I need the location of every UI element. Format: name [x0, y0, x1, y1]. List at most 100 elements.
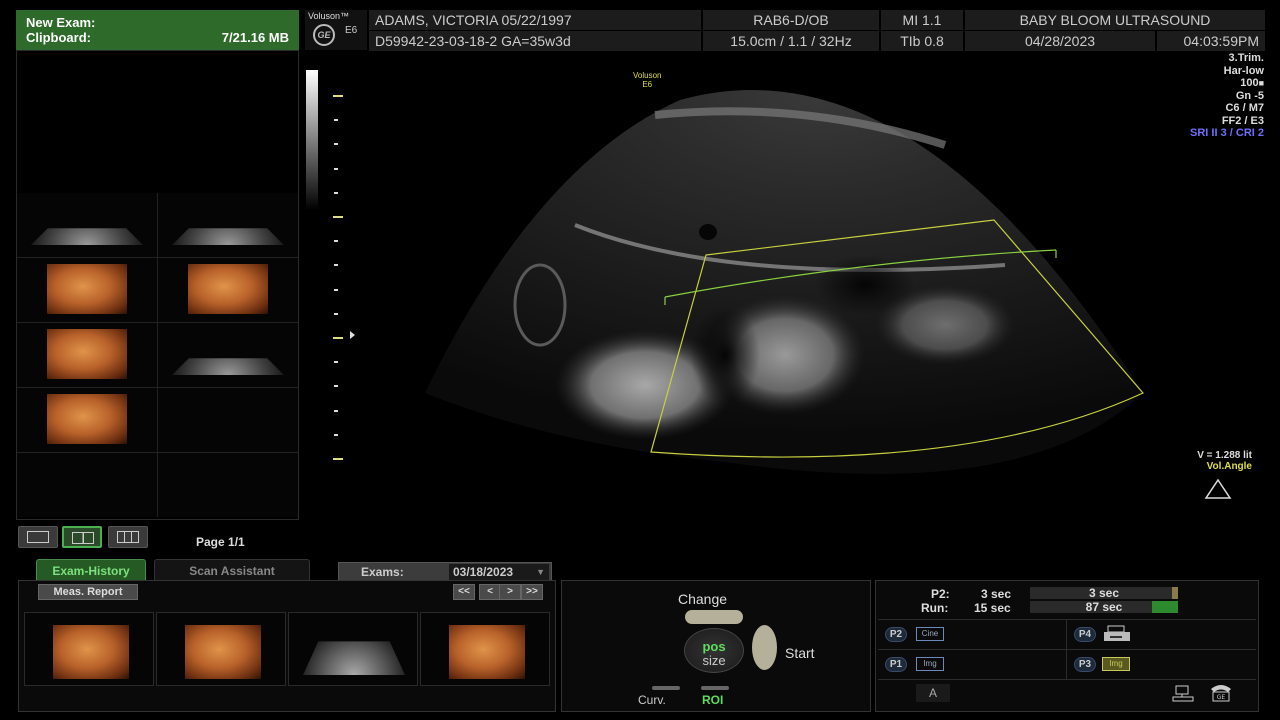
divider	[878, 649, 1256, 650]
vol-angle-icon	[1204, 478, 1232, 499]
layout-double-button[interactable]	[62, 526, 102, 548]
curv-indicator	[652, 686, 680, 690]
p2-bar: 3 sec	[1030, 587, 1178, 599]
nav-next-button[interactable]: >	[499, 584, 521, 600]
brand-text: Voluson™	[308, 11, 350, 21]
run-bar-fill	[1152, 601, 1178, 613]
exams-label: Exams:	[361, 565, 404, 579]
volume-mode: Vol.Angle	[1206, 461, 1252, 472]
printer-icon	[1104, 625, 1130, 641]
clinic-name: BABY BLOOM ULTRASOUND	[965, 10, 1265, 30]
nav-first-button[interactable]: <<	[453, 584, 475, 600]
start-label: Start	[785, 645, 815, 661]
change-label: Change	[678, 591, 728, 607]
p4-preset-button[interactable]: P4	[1074, 627, 1096, 642]
volume-value: V = 1.288 lit	[1197, 450, 1252, 461]
p2-preset-button[interactable]: P2	[885, 627, 907, 642]
thumbnail[interactable]	[158, 323, 298, 387]
divider	[878, 679, 1256, 680]
trackball-size-label: size	[702, 653, 726, 668]
p2-value: 3 sec	[981, 587, 1012, 601]
history-thumbnail[interactable]	[24, 612, 154, 686]
layout-single-icon	[27, 531, 49, 543]
run-bar: 87 sec	[1030, 601, 1178, 613]
thumbnail[interactable]	[17, 388, 157, 452]
nav-prev-button[interactable]: <	[479, 584, 501, 600]
focus-marker	[350, 331, 355, 339]
change-key[interactable]	[685, 610, 743, 624]
watermark-brand: Voluson	[633, 71, 662, 80]
svg-text:GE: GE	[1217, 694, 1226, 701]
p2-label: P2:	[931, 587, 950, 601]
exam-id: D59942-23-03-18-2 GA=35w3d	[369, 31, 701, 51]
amniotic-dark	[690, 305, 760, 405]
thumbnail[interactable]	[17, 193, 157, 257]
history-thumbnail[interactable]	[156, 612, 286, 686]
tab-exam-history[interactable]: Exam-History	[36, 559, 146, 581]
thumbnail[interactable]	[158, 258, 298, 322]
amniotic-dark	[815, 255, 915, 315]
exam-time: 04:03:59PM	[1157, 31, 1265, 51]
layout-triple-icon	[117, 531, 139, 543]
tab-scan-assistant[interactable]: Scan Assistant	[154, 559, 310, 581]
probe-name: RAB6-D/OB	[703, 10, 879, 30]
clipboard-header: New Exam: Clipboard: 7/21.16 MB	[16, 10, 299, 50]
thumbnail-grid	[17, 193, 298, 517]
exams-selector[interactable]: Exams: 03/18/2023 ▼	[338, 562, 552, 582]
model-text: E6	[345, 25, 358, 36]
trackball[interactable]: pos size	[684, 628, 744, 673]
img-envelope-icon: Img	[1102, 657, 1130, 671]
ge-logo-icon: GE	[313, 24, 335, 46]
start-key[interactable]	[752, 625, 777, 670]
run-value: 15 sec	[974, 601, 1011, 615]
ultrasound-image[interactable]	[305, 55, 1265, 515]
img-icon: Img	[916, 657, 944, 671]
scan-watermark: Voluson E6	[633, 71, 661, 89]
chevron-down-icon: ▼	[536, 567, 545, 577]
p1-preset-button[interactable]: P1	[885, 657, 907, 672]
layout-single-button[interactable]	[18, 526, 58, 548]
a-button[interactable]: A	[916, 684, 950, 702]
run-bar-value: 87 sec	[1085, 600, 1123, 614]
depth-info: 15.0cm / 1.1 / 32Hz	[703, 31, 879, 51]
thumbnail-empty	[158, 388, 298, 452]
clipboard-thumbnail-panel	[16, 50, 299, 520]
watermark-model: E6	[642, 80, 653, 89]
trackball-pos-label: pos	[702, 639, 726, 654]
exams-date-value: 03/18/2023	[453, 565, 514, 579]
cine-icon: Cine	[916, 627, 944, 641]
mi-value: MI 1.1	[881, 10, 963, 30]
exam-date: 04/28/2023	[965, 31, 1155, 51]
thumbnail[interactable]	[17, 323, 157, 387]
voluson-logo: Voluson™ GE E6	[305, 10, 367, 50]
run-label: Run:	[921, 601, 949, 615]
nav-last-button[interactable]: >>	[521, 584, 543, 600]
page-indicator: Page 1/1	[196, 535, 245, 549]
curv-label: Curv.	[638, 693, 666, 707]
layout-double-icon	[72, 532, 94, 544]
clipboard-label: Clipboard:	[26, 30, 91, 45]
p2-bar-value: 3 sec	[1088, 586, 1120, 600]
history-thumbnail[interactable]	[288, 612, 418, 686]
patient-name: ADAMS, VICTORIA 05/22/1997	[369, 10, 701, 30]
p3-preset-button[interactable]: P3	[1074, 657, 1096, 672]
small-dark-spot	[699, 224, 717, 240]
thumbnail[interactable]	[17, 258, 157, 322]
divider	[1066, 619, 1067, 679]
ge-service-icon[interactable]: GE	[1208, 683, 1234, 703]
exams-date-select[interactable]: 03/18/2023 ▼	[449, 564, 549, 580]
divider	[878, 619, 1256, 620]
thumbnail-empty	[158, 453, 298, 517]
meas-report-button[interactable]: Meas. Report	[38, 584, 138, 600]
network-icon[interactable]	[1172, 685, 1194, 703]
clipboard-title: New Exam:	[26, 15, 96, 30]
cine-preset-panel: P2: 3 sec 3 sec Run: 15 sec 87 sec P2 Ci…	[875, 580, 1259, 712]
thumbnail[interactable]	[158, 193, 298, 257]
thumbnail-empty	[17, 453, 157, 517]
clipboard-size: 7/21.16 MB	[221, 30, 289, 45]
history-thumbnail[interactable]	[420, 612, 550, 686]
layout-triple-button[interactable]	[108, 526, 148, 548]
roi-indicator	[701, 686, 729, 690]
volume-info: V = 1.288 lit Vol.Angle	[1150, 450, 1252, 472]
p2-bar-fill	[1172, 587, 1178, 599]
